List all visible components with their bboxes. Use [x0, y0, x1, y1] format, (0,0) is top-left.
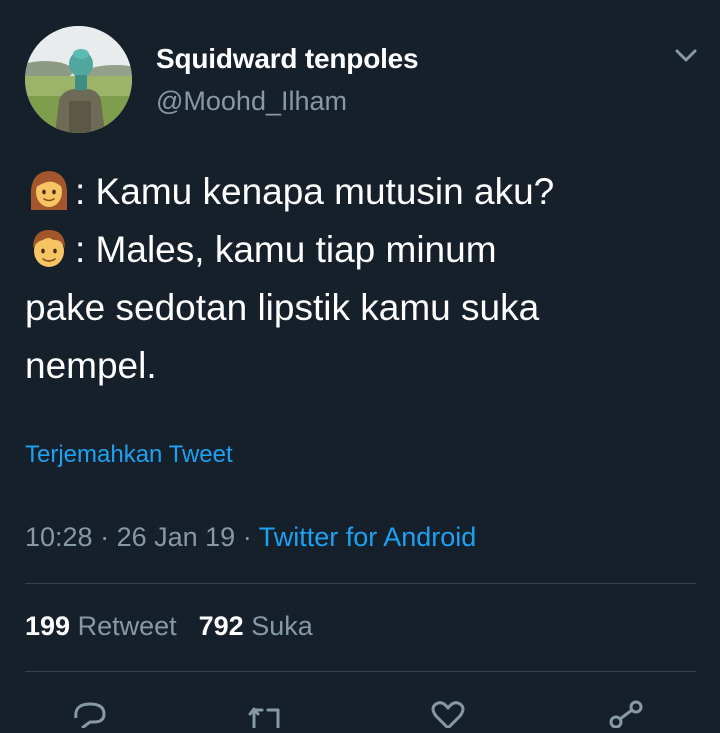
- avatar-photo: [25, 26, 132, 133]
- chevron-down-icon[interactable]: [671, 44, 701, 68]
- tweet-line: nempel.: [25, 345, 157, 386]
- tweet-line: : Kamu kenapa mutusin aku?: [25, 163, 705, 221]
- meta-separator: ·: [235, 522, 259, 552]
- woman-emoji: [25, 166, 73, 214]
- divider: [25, 671, 696, 672]
- meta-separator: ·: [92, 522, 117, 552]
- tweet-date: 26 Jan 19: [116, 522, 236, 552]
- retweet-icon[interactable]: [246, 698, 286, 730]
- tweet-source-link[interactable]: Twitter for Android: [259, 522, 477, 552]
- like-count[interactable]: 792 Suka: [199, 611, 313, 641]
- share-icon[interactable]: [606, 698, 646, 729]
- divider: [25, 583, 696, 584]
- display-name[interactable]: Squidward tenpoles: [156, 43, 419, 75]
- reply-icon[interactable]: [70, 698, 110, 730]
- user-handle[interactable]: @Moohd_Ilham: [156, 86, 347, 117]
- tweet-time: 10:28: [25, 522, 93, 552]
- tweet-detail: Squidward tenpoles @Moohd_Ilham : Kamu k…: [0, 0, 720, 730]
- like-count-value: 792: [198, 611, 244, 641]
- tweet-line: : Males, kamu tiap minum: [25, 221, 705, 279]
- retweet-count[interactable]: 199 Retweet: [25, 611, 177, 641]
- retweet-count-value: 199: [25, 611, 71, 641]
- engagement-stats: 199 Retweet 792 Suka: [25, 611, 313, 642]
- translate-tweet-link[interactable]: Terjemahkan Tweet: [25, 441, 233, 469]
- boy-emoji: [25, 224, 73, 272]
- like-count-label: Suka: [251, 611, 313, 641]
- retweet-count-label: Retweet: [77, 611, 177, 641]
- like-icon[interactable]: [428, 698, 468, 730]
- avatar[interactable]: [25, 26, 132, 133]
- tweet-line: pake sedotan lipstik kamu suka: [25, 287, 540, 328]
- tweet-line-text: : Kamu kenapa mutusin aku?: [75, 171, 555, 212]
- tweet-metadata: 10:28 · 26 Jan 19 · Twitter for Android: [25, 522, 476, 553]
- tweet-line-text: : Males, kamu tiap minum: [75, 229, 497, 270]
- tweet-text: : Kamu kenapa mutusin aku? : Males, kamu…: [25, 163, 705, 395]
